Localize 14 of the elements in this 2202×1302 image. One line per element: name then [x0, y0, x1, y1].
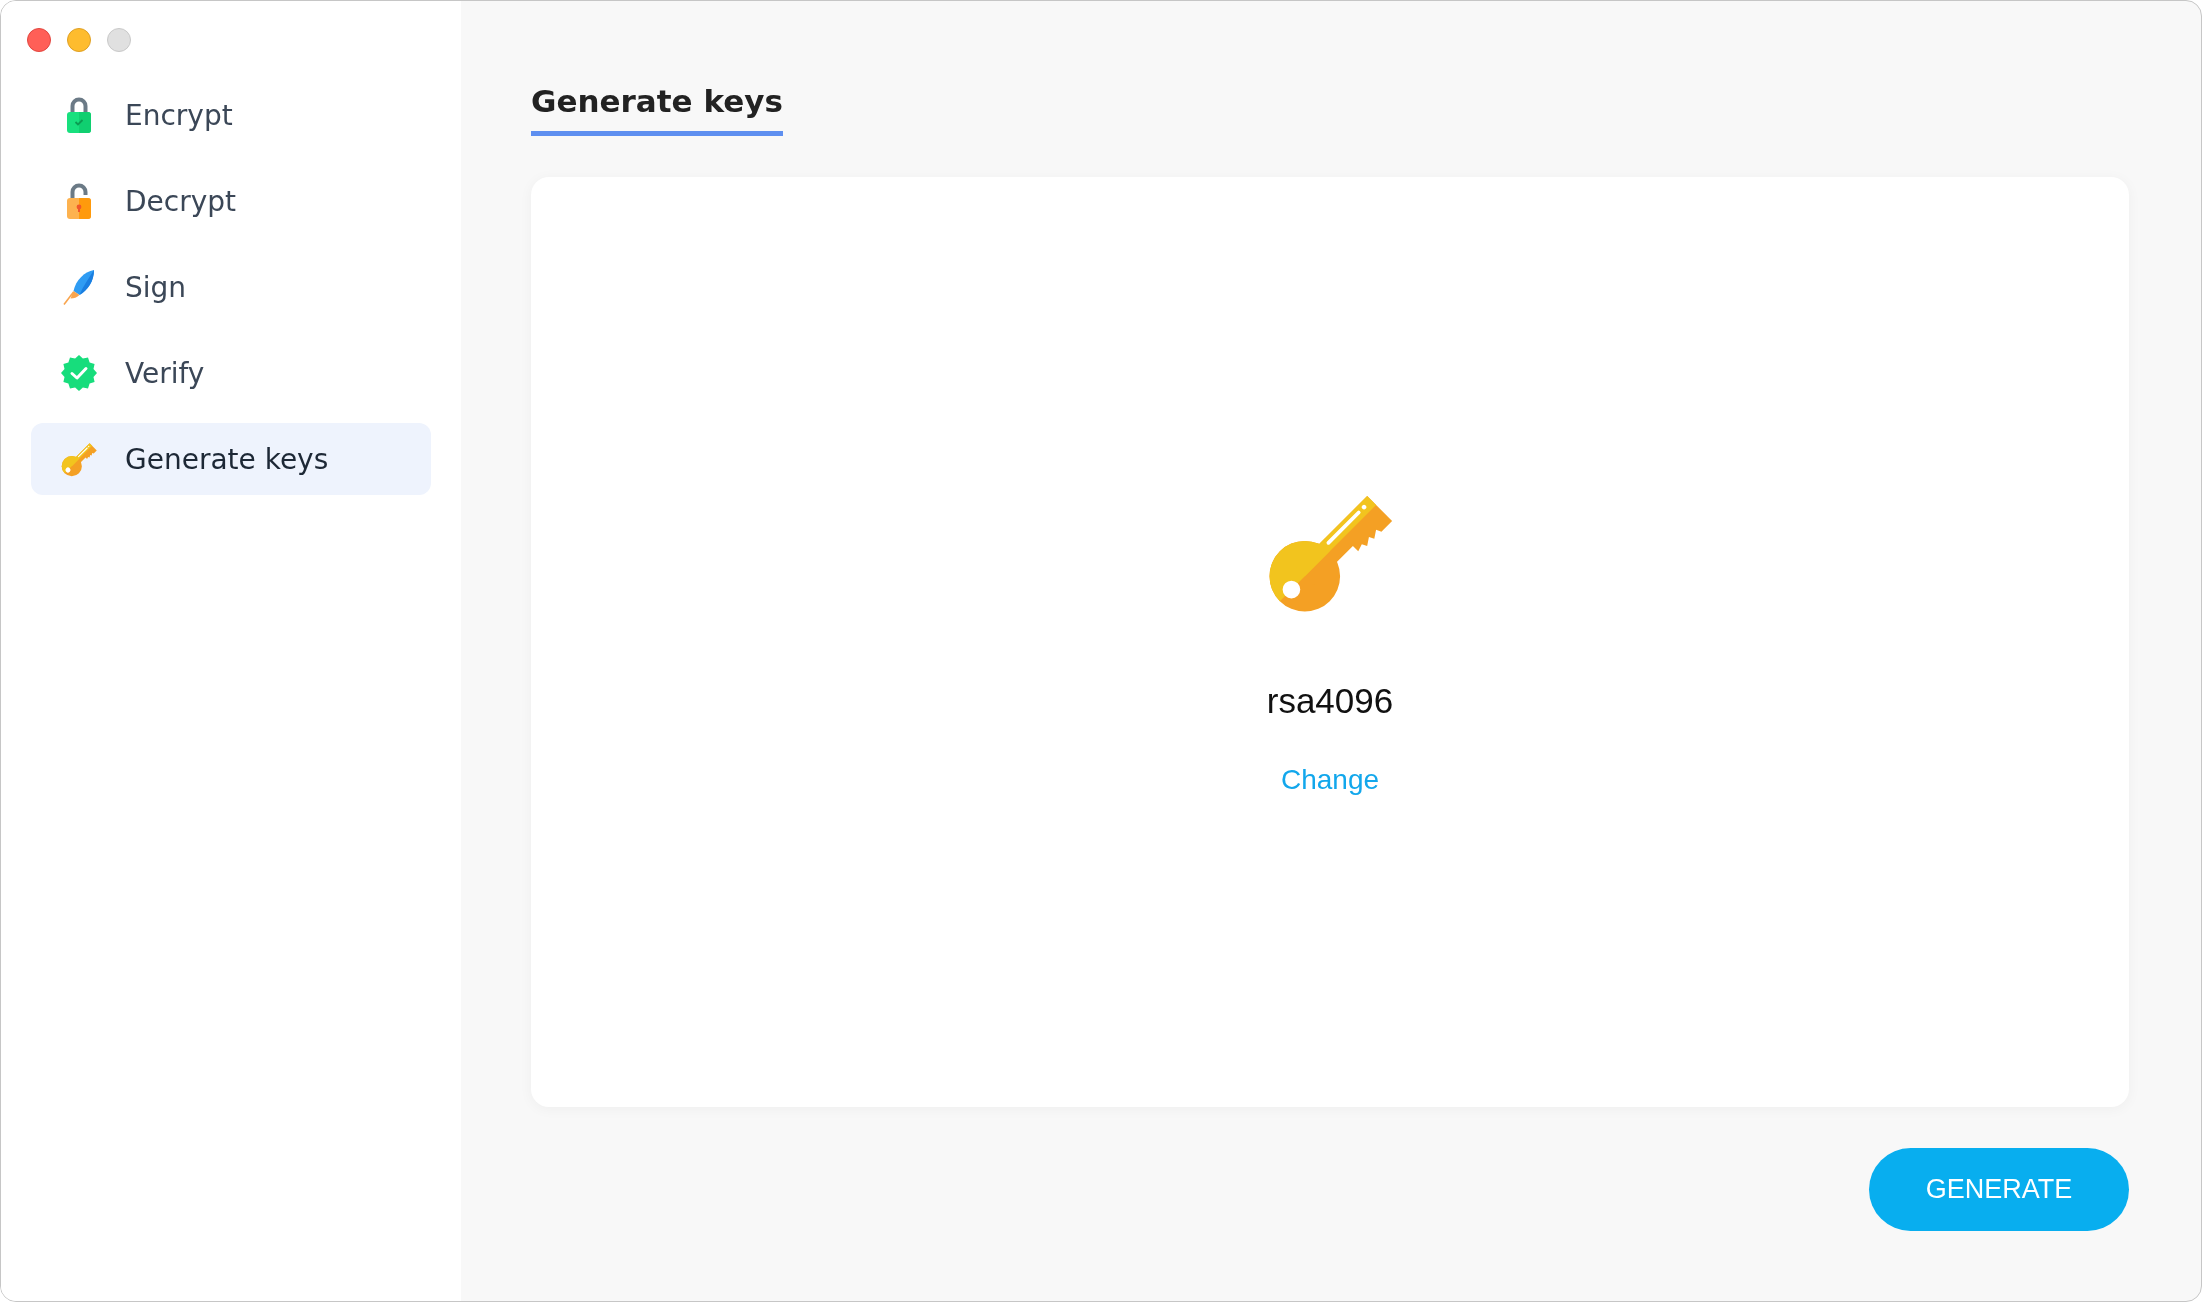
sidebar-item[interactable]: Sign — [31, 251, 431, 323]
sidebar-item[interactable]: Verify — [31, 337, 431, 409]
minimize-button[interactable] — [67, 28, 91, 52]
check-badge-icon — [61, 355, 97, 391]
unlocked-padlock-icon — [67, 183, 91, 219]
feather-icon — [63, 269, 95, 305]
sidebar-item[interactable]: Encrypt — [31, 79, 431, 151]
key-icon — [61, 441, 97, 477]
sidebar-item[interactable]: Decrypt — [31, 165, 431, 237]
close-button[interactable] — [27, 28, 51, 52]
key-type-label: rsa4096 — [1266, 681, 1394, 721]
lock-icon — [67, 97, 91, 133]
sidebar-item[interactable]: Generate keys — [31, 423, 431, 495]
page-title: Generate keys — [531, 83, 783, 136]
